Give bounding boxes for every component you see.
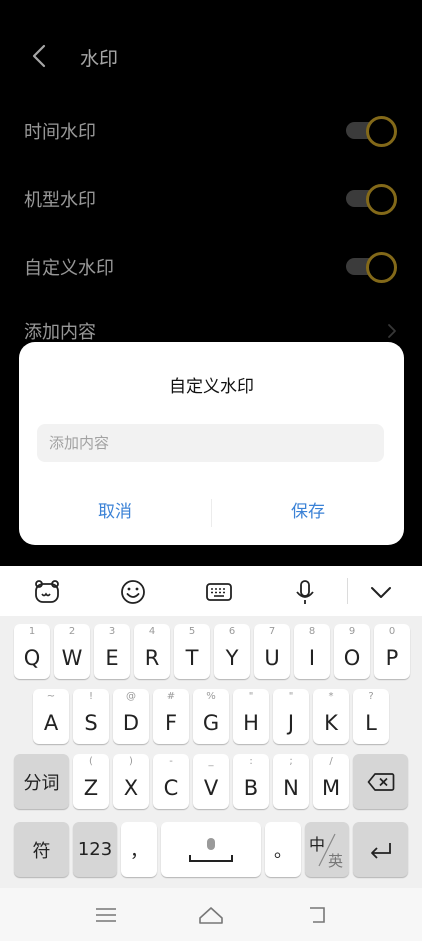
key-u[interactable]: 7U <box>254 624 290 679</box>
space-mic-icon <box>189 837 233 862</box>
key-i[interactable]: 8I <box>294 624 330 679</box>
backspace-key[interactable] <box>353 754 408 809</box>
language-switch-key[interactable]: 中 英 <box>305 822 349 877</box>
symbol-key[interactable]: 符 <box>14 822 69 877</box>
microphone-icon[interactable] <box>290 578 320 606</box>
emoji-icon[interactable] <box>118 578 148 606</box>
key-p[interactable]: 0P <box>374 624 410 679</box>
word-segmentation-key[interactable]: 分词 <box>14 754 69 809</box>
number-key[interactable]: 123 <box>73 822 117 877</box>
system-navigation-bar <box>0 888 422 941</box>
collapse-keyboard-chevron-icon[interactable] <box>366 578 396 606</box>
back-nav-icon[interactable] <box>304 903 330 927</box>
watermark-text-input[interactable] <box>37 424 384 462</box>
space-key[interactable] <box>161 822 261 877</box>
dialog-title: 自定义水印 <box>169 377 254 397</box>
key-l[interactable]: ? L <box>353 689 389 744</box>
keyboard-icon[interactable] <box>204 578 234 606</box>
key-r[interactable]: 4R <box>134 624 170 679</box>
keyboard-toolbar <box>0 566 422 616</box>
key-k[interactable]: * K <box>313 689 349 744</box>
key-v[interactable]: _ V <box>193 754 229 809</box>
period-key[interactable]: 。 <box>265 822 301 877</box>
key-y[interactable]: 6Y <box>214 624 250 679</box>
comma-key[interactable]: ， <box>121 822 157 877</box>
menu-icon[interactable] <box>93 903 119 927</box>
key-x[interactable]: ) X <box>113 754 149 809</box>
enter-key[interactable] <box>353 822 408 877</box>
key-a[interactable]: ~ A <box>33 689 69 744</box>
key-m[interactable]: / M <box>313 754 349 809</box>
key-t[interactable]: 5T <box>174 624 210 679</box>
home-icon[interactable] <box>198 903 224 927</box>
key-f[interactable]: # F <box>153 689 189 744</box>
key-d[interactable]: @ D <box>113 689 149 744</box>
key-b[interactable]: :B <box>233 754 269 809</box>
custom-watermark-dialog: 自定义水印 取消 保存 <box>19 342 404 545</box>
key-j[interactable]: " J <box>273 689 309 744</box>
cancel-button[interactable]: 取消 <box>19 492 211 532</box>
key-c[interactable]: -C <box>153 754 189 809</box>
key-e[interactable]: 3E <box>94 624 130 679</box>
key-q[interactable]: 1Q <box>14 624 50 679</box>
enter-icon <box>370 842 391 859</box>
key-o[interactable]: 9O <box>334 624 370 679</box>
bear-logo-icon[interactable] <box>32 578 62 606</box>
key-s[interactable]: ! S <box>73 689 109 744</box>
key-g[interactable]: % G <box>193 689 229 744</box>
save-button[interactable]: 保存 <box>212 492 404 532</box>
backspace-icon <box>367 772 394 791</box>
key-w[interactable]: 2W <box>54 624 90 679</box>
key-h[interactable]: " H <box>233 689 269 744</box>
keyboard: 1Q 2W 3E 4R 5T 6Y 7U 8I 9O 0P ~ A ! S @ D #… <box>0 616 422 888</box>
toolbar-separator <box>347 578 348 604</box>
key-z[interactable]: (Z <box>73 754 109 809</box>
key-n[interactable]: ; N <box>273 754 309 809</box>
